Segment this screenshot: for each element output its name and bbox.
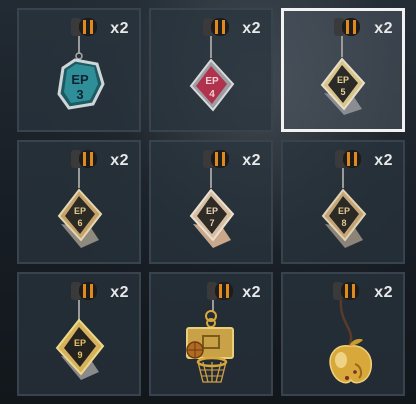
inventory-slot-golden-apple[interactable]: x2: [281, 272, 405, 396]
ep7-line2: 7: [209, 218, 214, 228]
item-count: x2: [110, 20, 129, 37]
keychain-clip-icon: [71, 18, 97, 60]
item-count: x2: [110, 152, 129, 169]
inventory-slot-ep3[interactable]: EP 3 x2: [17, 8, 141, 132]
keychain-clip-icon: [71, 282, 97, 320]
ep5-line1: EP: [337, 75, 349, 85]
inventory-slot-ep7[interactable]: EP 7 x2: [149, 140, 273, 264]
inventory-slot-basketball-hoop[interactable]: x2: [149, 272, 273, 396]
inventory-grid: EP 3 x2 EP 4 x2 EP 5 x2 EP 6 x2 EP 7 x2 …: [17, 8, 405, 396]
inventory-slot-ep9[interactable]: EP 9 x2: [17, 272, 141, 396]
ep6-line2: 6: [77, 218, 82, 228]
keychain-clip-icon: [207, 282, 233, 312]
item-count: x2: [242, 284, 261, 301]
ep4-line1: EP: [205, 76, 219, 87]
ep3-line1: EP: [71, 72, 89, 87]
ep3-line2: 3: [76, 87, 83, 102]
ep4-line2: 4: [209, 89, 215, 100]
ep5-line2: 5: [340, 87, 345, 97]
keychain-clip-icon: [333, 282, 359, 300]
ep8-line1: EP: [338, 206, 350, 216]
ep8-line2: 8: [341, 218, 346, 228]
ep9-line2: 9: [77, 350, 82, 360]
item-count: x2: [374, 20, 393, 37]
item-count: x2: [374, 284, 393, 301]
inventory-slot-ep5[interactable]: EP 5 x2: [281, 8, 405, 132]
keychain-clip-icon: [203, 18, 229, 58]
inventory-slot-ep8[interactable]: EP 8 x2: [281, 140, 405, 264]
inventory-slot-ep6[interactable]: EP 6 x2: [17, 140, 141, 264]
ep6-line1: EP: [74, 206, 86, 216]
item-count: x2: [374, 152, 393, 169]
ep7-line1: EP: [206, 206, 218, 216]
keychain-clip-icon: [203, 150, 229, 188]
keychain-clip-icon: [335, 150, 361, 188]
item-count: x2: [242, 20, 261, 37]
keychain-clip-icon: [71, 150, 97, 188]
keychain-clip-icon: [334, 18, 360, 57]
inventory-slot-ep4[interactable]: EP 4 x2: [149, 8, 273, 132]
item-count: x2: [242, 152, 261, 169]
ep9-line1: EP: [74, 338, 86, 348]
item-count: x2: [110, 284, 129, 301]
